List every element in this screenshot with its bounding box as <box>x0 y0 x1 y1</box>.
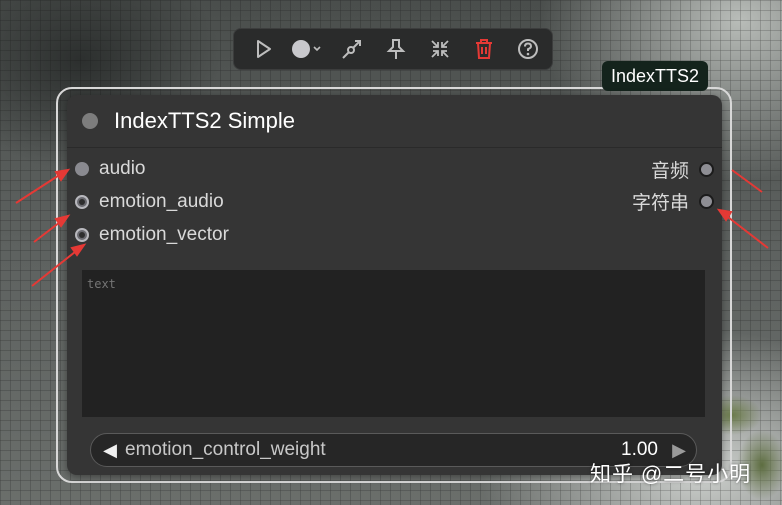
annotation-arrow-string-output <box>723 213 769 249</box>
annotation-arrow-emotion-vector <box>31 247 81 287</box>
annotation-arrow-audio-output <box>731 169 763 193</box>
annotation-arrow-audio <box>15 171 65 204</box>
annotation-arrows <box>15 168 769 287</box>
annotation-arrowhead <box>54 168 71 182</box>
watermark: 知乎 @二号小明 <box>590 463 752 486</box>
